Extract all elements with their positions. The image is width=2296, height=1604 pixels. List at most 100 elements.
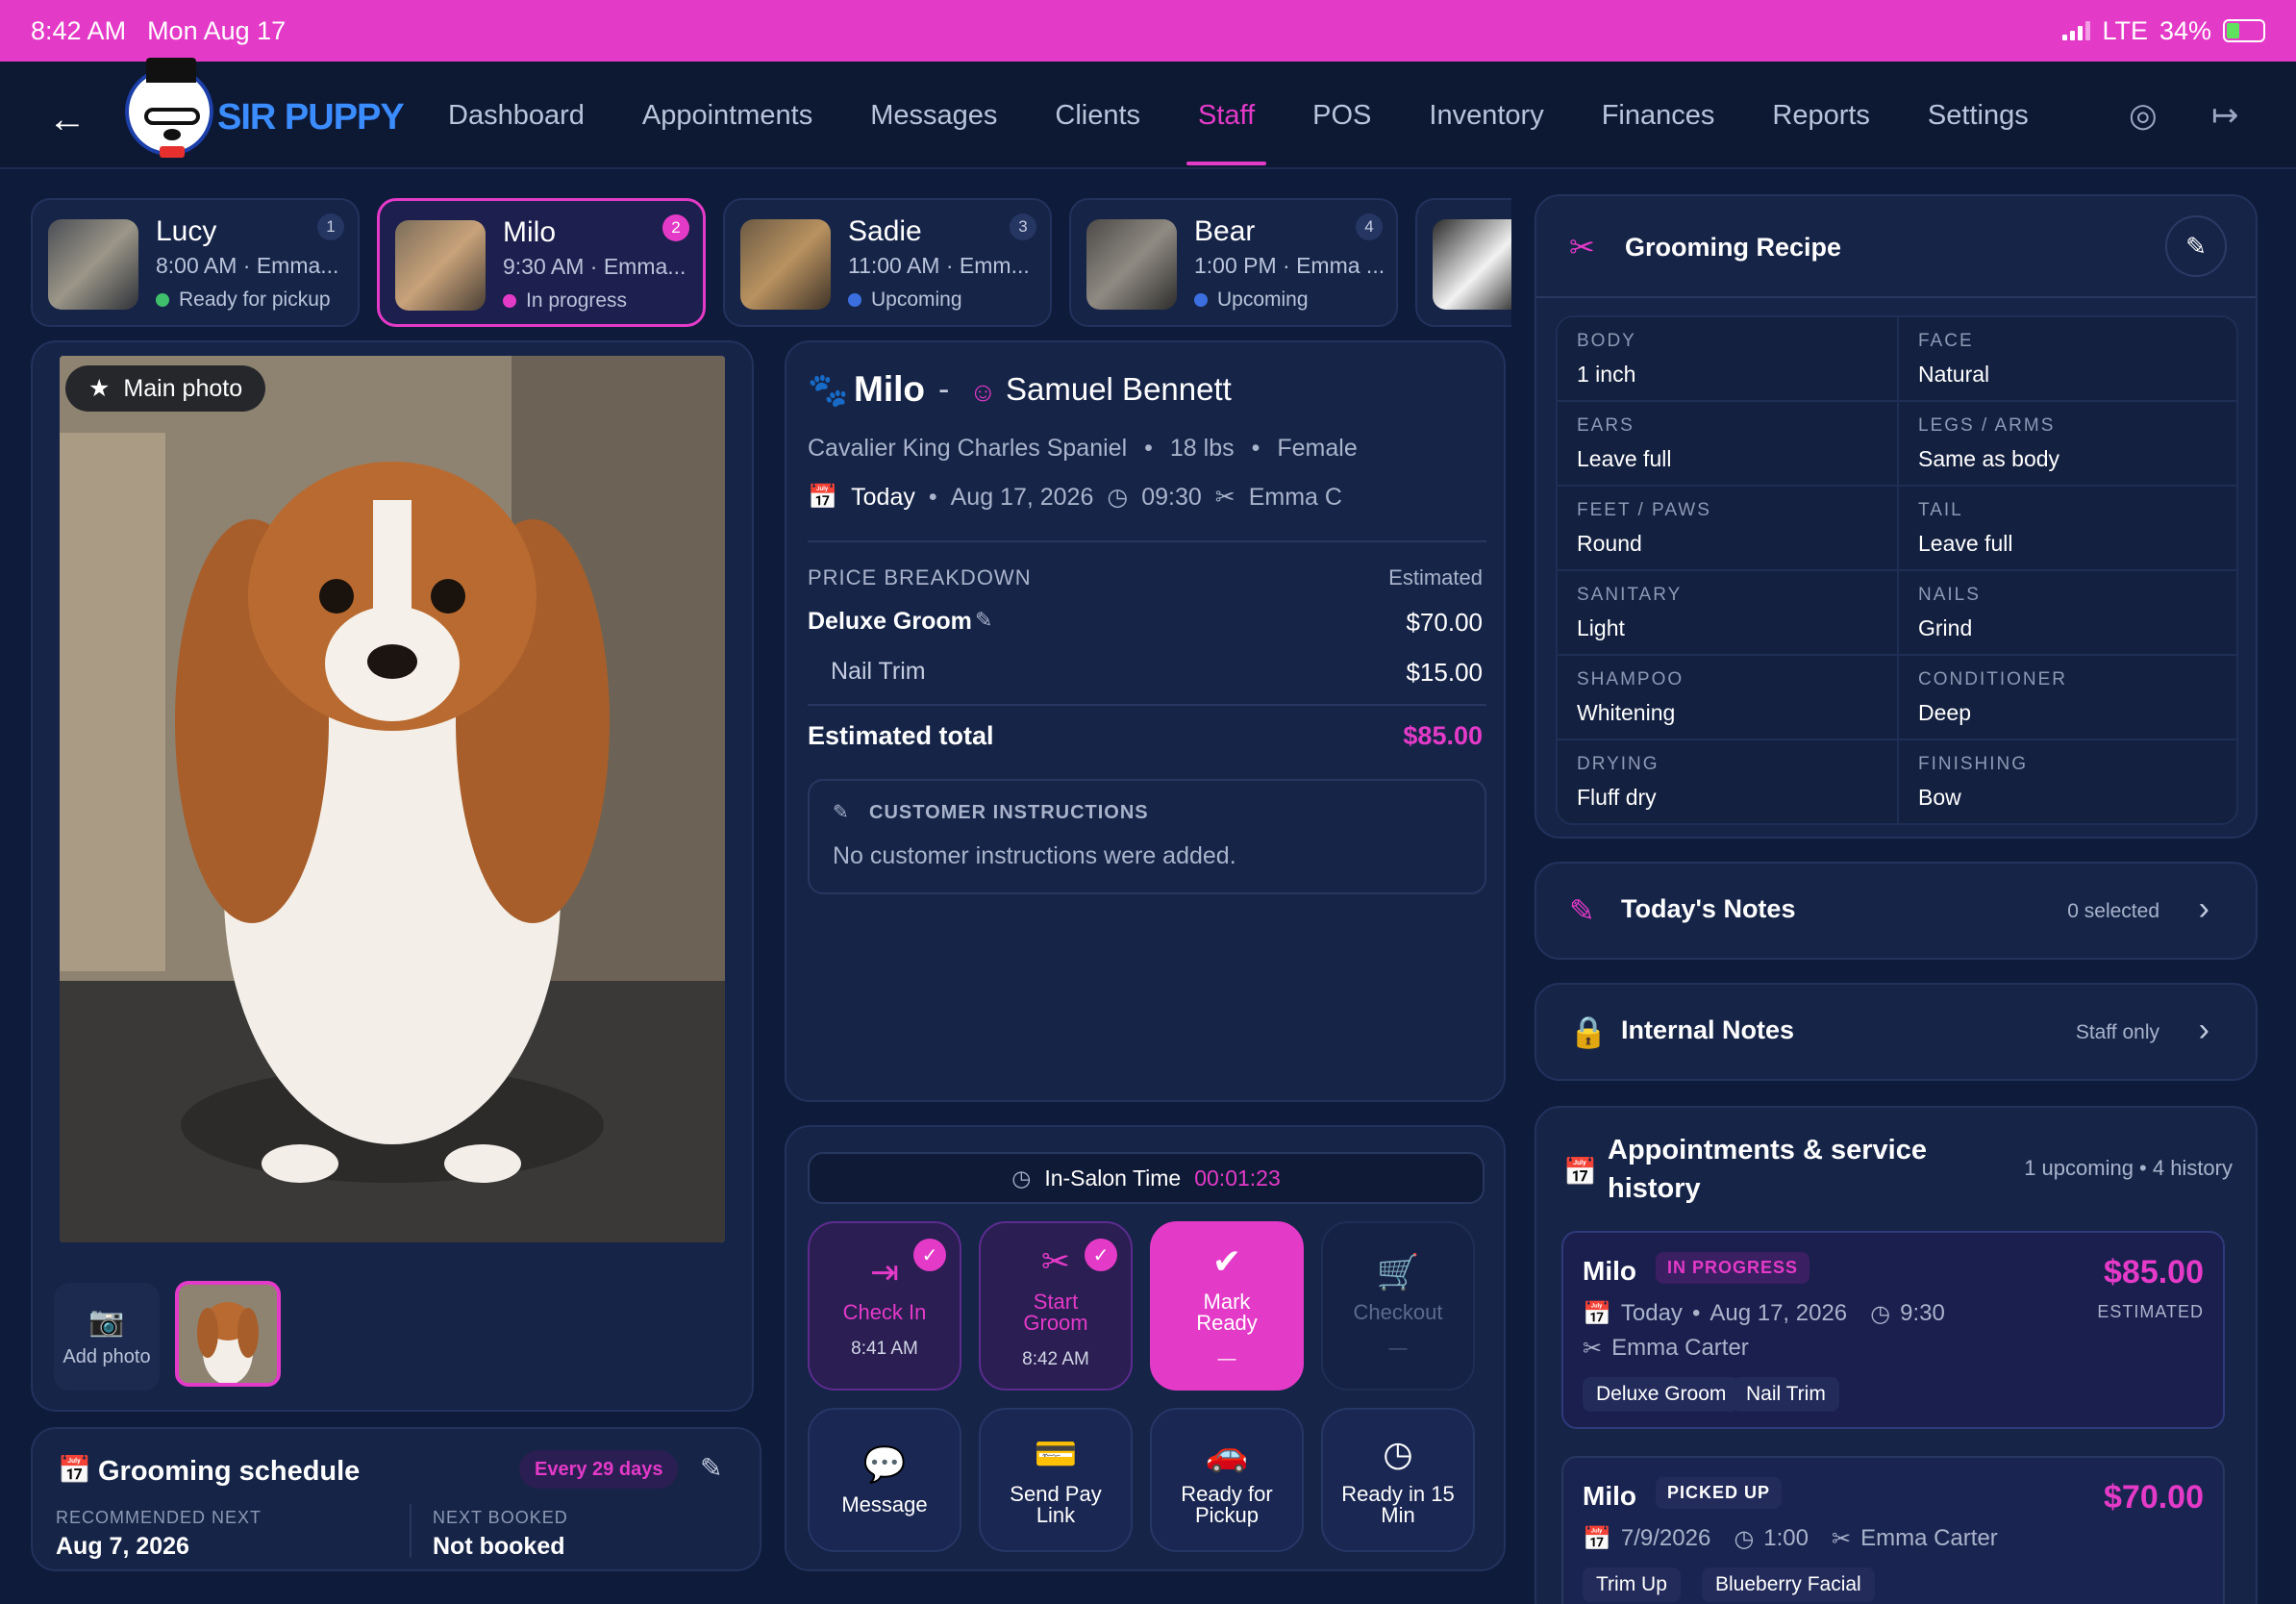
todays-notes-row[interactable]: ✎ Today's Notes 0 selected › [1535,862,2258,960]
start-groom-button[interactable]: ✓ ✂ Start Groom 8:42 AM [979,1221,1133,1391]
recommended-label: RECOMMENDED NEXT [56,1508,262,1527]
nav-item-dashboard[interactable]: Dashboard [448,62,585,169]
chat-icon: 💬 [862,1444,907,1484]
brand-logo: SIR PUPPY [125,58,405,158]
divider [808,704,1486,706]
paw-icon: 🐾 [808,372,849,409]
appointment-pet-name: Bear [1194,215,1256,247]
internal-notes-row[interactable]: 🔒 Internal Notes Staff only › [1535,983,2258,1081]
internal-notes-title: Internal Notes [1621,1015,1795,1044]
history-summary: 1 upcoming • 4 history [2024,1156,2233,1180]
owner-name[interactable]: Samuel Bennett [1006,371,1232,408]
internal-notes-meta: Staff only [2075,1021,2159,1043]
addon-name: Nail Trim [831,658,926,685]
owner-icon: ☺ [969,377,997,407]
appointment-card[interactable]: Milo 2 9:30 AM · Emma... In progress [377,198,706,327]
nav-item-pos[interactable]: POS [1312,62,1371,169]
service-name: Deluxe Groom [808,608,972,635]
estimated-label: Estimated [1388,565,1483,589]
nav-item-staff[interactable]: Staff [1186,62,1267,169]
checkout-button[interactable]: 🛒 Checkout — [1321,1221,1475,1391]
pet-thumbnail [740,219,831,310]
nav-item-messages[interactable]: Messages [870,62,997,169]
pet-details: Cavalier King Charles Spaniel • 18 lbs • Fem… [808,435,1358,462]
edit-recipe-button[interactable]: ✎ [2165,215,2227,277]
appointment-card-partial[interactable] [1415,198,1511,327]
clock-icon: ◷ [1107,484,1129,511]
calendar-icon: 📅 [1583,1301,1611,1327]
appointment-number: 4 [1356,213,1383,240]
dog-thumbnail-illustration [179,1285,277,1383]
logout-icon[interactable]: ↦ [2211,96,2239,135]
history-item[interactable]: Milo IN PROGRESS 📅 Today • Aug 17, 2026 ◷ 9:… [1561,1231,2225,1429]
recommended-value: Aug 7, 2026 [56,1533,189,1560]
ready-in-15-button[interactable]: ◷ Ready in 15 Min [1321,1408,1475,1552]
scissors-icon: ✂ [1583,1336,1603,1362]
send-pay-link-button[interactable]: 💳 Send Pay Link [979,1408,1133,1552]
add-photo-button[interactable]: 📷 Add photo [54,1283,160,1391]
status-time: 8:42 AM [31,15,127,45]
support-icon[interactable]: ◎ [2129,96,2158,135]
dog-illustration [60,356,725,1242]
recipe-field-legs-arms: LEGS / ARMS Same as body [1899,402,2236,487]
brand-name: SIR PUPPY [217,96,405,138]
check-in-button[interactable]: ✓ ⇥ Check In 8:41 AM [808,1221,961,1391]
name-separator: - [938,371,950,408]
pet-thumbnail [1086,219,1177,310]
nav-item-appointments[interactable]: Appointments [642,62,812,169]
recipe-field-feet-paws: FEET / PAWS Round [1558,487,1899,571]
recipe-field-body: BODY 1 inch [1558,317,1899,402]
scissors-icon: ✂ [1831,1526,1852,1552]
in-salon-timer: ◷ In-Salon Time 00:01:23 [808,1152,1485,1204]
check-in-icon: ⇥ [869,1252,900,1291]
appointment-pet-name: Sadie [848,215,922,247]
star-icon: ★ [88,375,111,402]
recipe-field-shampoo: SHAMPOO Whitening [1558,656,1899,740]
camera-icon: 📷 [88,1306,125,1338]
signal-icon [2062,21,2091,40]
pet-info-card: 🐾 Milo - ☺ Samuel Bennett Cavalier King … [785,340,1506,1102]
nav-item-finances[interactable]: Finances [1602,62,1715,169]
service-history-card: 📅 Appointments & service history 1 upcom… [1535,1106,2258,1604]
history-amount: $85.00 [2104,1254,2204,1291]
appointment-status: Upcoming [848,288,962,312]
nav-item-settings[interactable]: Settings [1928,62,2029,169]
back-arrow-icon[interactable]: ← [48,98,87,141]
addon-price: $15.00 [1406,658,1483,687]
grooming-schedule-card: 📅 Grooming schedule Every 29 days ✎ RECO… [31,1427,761,1571]
check-circle-icon: ✔ [1211,1241,1242,1281]
check-icon: ✓ [913,1239,946,1271]
photo-thumbnail[interactable] [175,1281,281,1387]
mark-ready-button[interactable]: ✔ Mark Ready — [1150,1221,1304,1391]
status-dot-icon [848,293,861,307]
edit-pencil-icon: ✎ [2185,231,2207,261]
appointment-card[interactable]: Lucy 1 8:00 AM · Emma... Ready for pickup [31,198,360,327]
total-value: $85.00 [1403,721,1483,750]
appointment-meta: 📅 Today • Aug 17, 2026 ◷ 09:30 ✂ Emma C [808,483,1342,512]
appointment-card[interactable]: Bear 4 1:00 PM · Emma ... Upcoming [1069,198,1398,327]
cart-icon: 🛒 [1376,1252,1420,1291]
nav-item-inventory[interactable]: Inventory [1429,62,1543,169]
grooming-recipe-card: ✂ Grooming Recipe ✎ BODY 1 inch FACE Natura… [1535,194,2258,839]
appointment-card[interactable]: Sadie 3 11:00 AM · Emm... Upcoming [723,198,1052,327]
edit-pencil-icon[interactable]: ✎ [700,1452,722,1484]
nav-item-reports[interactable]: Reports [1772,62,1870,169]
service-tag: Nail Trim [1733,1377,1839,1412]
edit-pencil-icon[interactable]: ✎ [975,608,992,633]
battery-percent: 34% [2159,15,2211,45]
pet-main-photo[interactable] [60,356,725,1242]
clock-icon: ◷ [1011,1165,1032,1190]
divider [1536,296,2256,298]
nav-item-clients[interactable]: Clients [1055,62,1140,169]
recipe-field-sanitary: SANITARY Light [1558,571,1899,656]
workflow-card: ◷ In-Salon Time 00:01:23 ✓ ⇥ Check In 8:… [785,1125,1506,1571]
calendar-check-icon: 📅 [1563,1157,1597,1187]
estimated-label: ESTIMATED [2097,1302,2204,1321]
ready-for-pickup-button[interactable]: 🚗 Ready for Pickup [1150,1408,1304,1552]
status-bar: 8:42 AM Mon Aug 17 LTE 34% [0,0,2296,62]
recipe-field-ears: EARS Leave full [1558,402,1899,487]
history-item[interactable]: Milo PICKED UP 📅 7/9/2026 ◷ 1:00 ✂ Emma Car… [1561,1456,2225,1604]
message-button[interactable]: 💬 Message [808,1408,961,1552]
pet-thumbnail [395,220,486,311]
recipe-grid: BODY 1 inch FACE Natural EARS Leave full LEGS … [1556,315,2238,825]
